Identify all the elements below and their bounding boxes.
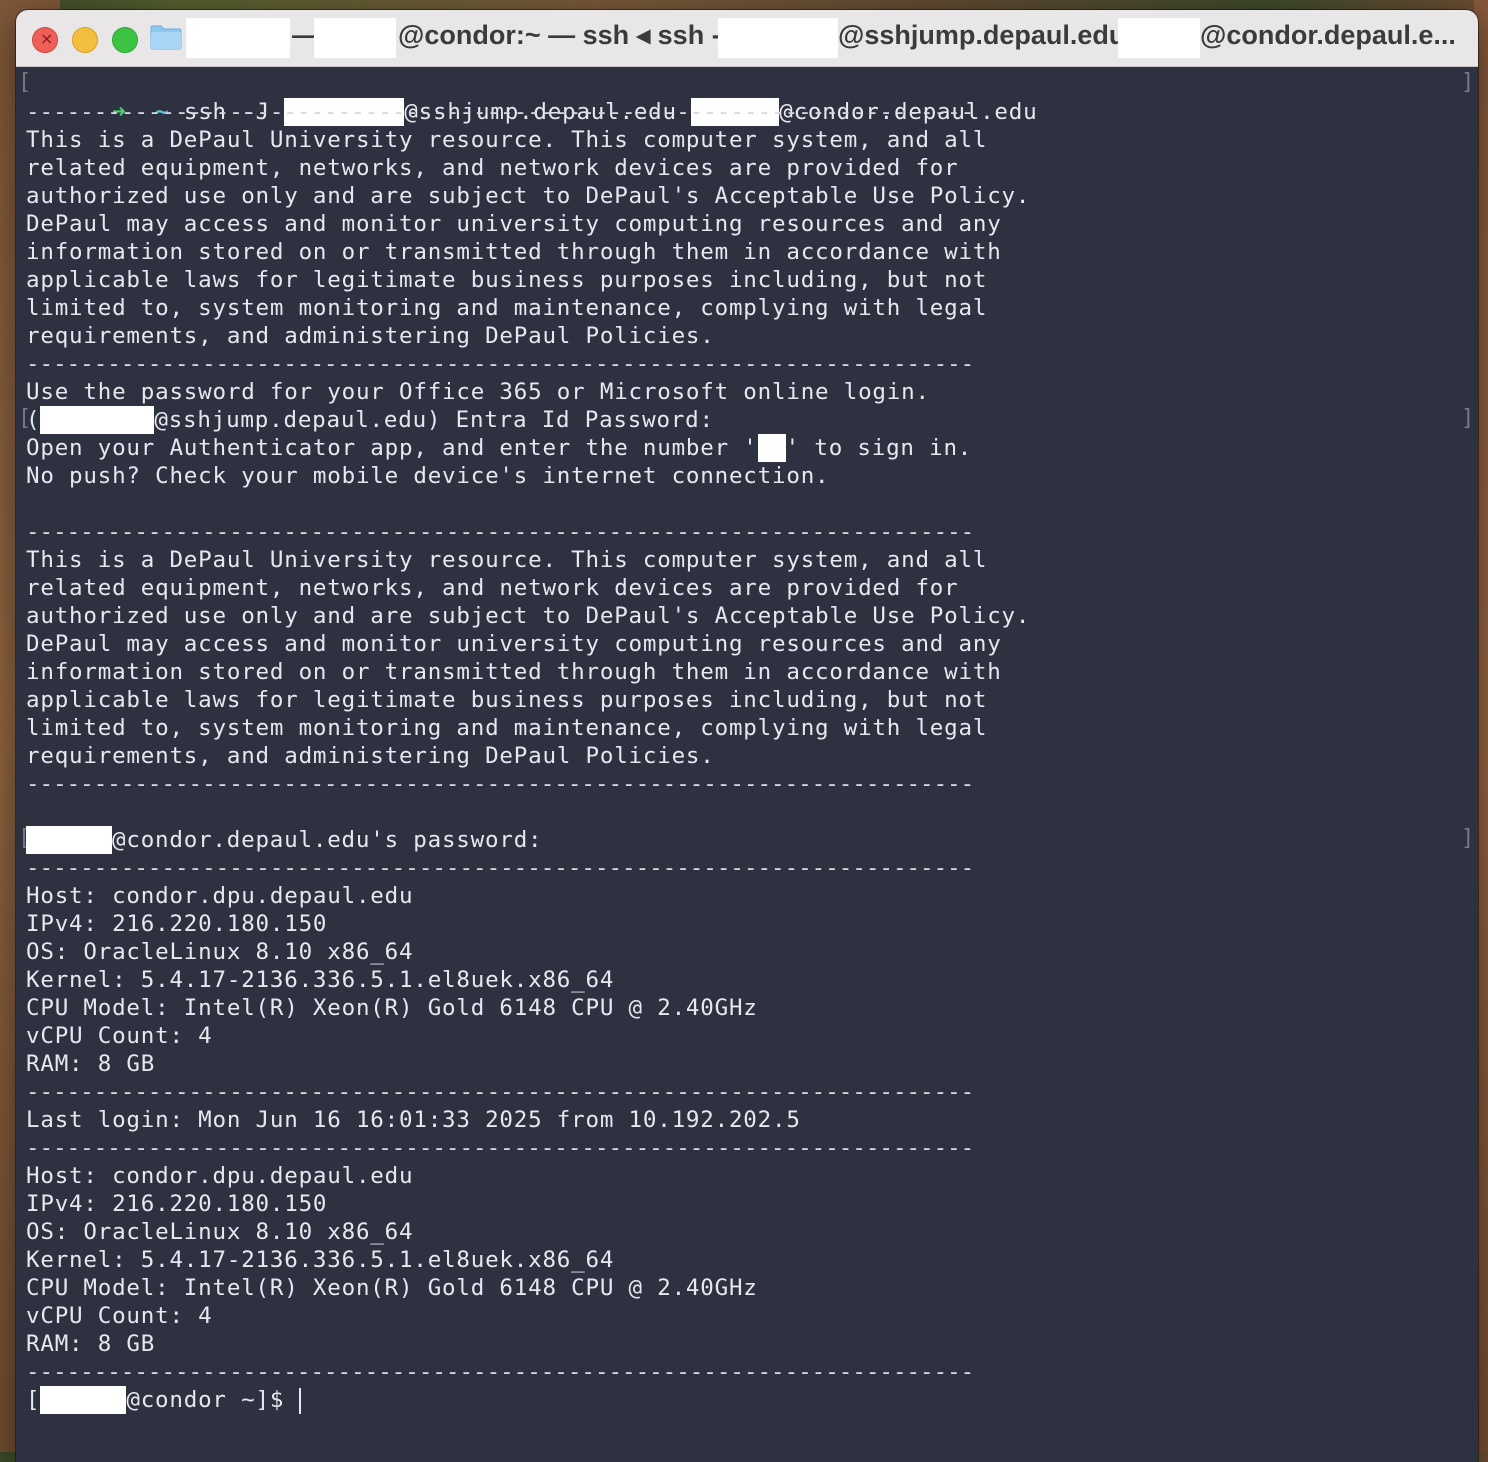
banner-line: DePaul may access and monitor university… xyxy=(26,211,1002,237)
banner-line: This is a DePaul University resource. Th… xyxy=(26,547,988,573)
banner-line: This is a DePaul University resource. Th… xyxy=(26,127,988,153)
paren: ( xyxy=(26,407,41,433)
sysinfo-ram: RAM: 8 GB xyxy=(26,1051,156,1077)
banner-line: authorized use only and are subject to D… xyxy=(26,603,1031,629)
sysinfo-kernel: Kernel: 5.4.17-2136.336.5.1.el8uek.x86_6… xyxy=(26,967,615,993)
separator: ----------------------------------------… xyxy=(26,1135,975,1161)
authenticator-text: Open your Authenticator app, and enter t… xyxy=(26,435,758,461)
separator: ----------------------------------------… xyxy=(26,855,975,881)
sysinfo-ram: RAM: 8 GB xyxy=(26,1331,156,1357)
banner-line: applicable laws for legitimate business … xyxy=(26,687,988,713)
separator: ----------------------------------------… xyxy=(26,519,975,545)
authenticator-prompt: Open your Authenticator app, and enter t… xyxy=(26,434,972,462)
sysinfo-host: Host: condor.dpu.depaul.edu xyxy=(26,883,414,909)
banner-line: related equipment, networks, and network… xyxy=(26,575,959,601)
sysinfo-os: OS: OracleLinux 8.10 x86_64 xyxy=(26,1219,414,1245)
sysinfo-host: Host: condor.dpu.depaul.edu xyxy=(26,1163,414,1189)
sysinfo-vcpu: vCPU Count: 4 xyxy=(26,1023,213,1049)
redacted-username xyxy=(40,1386,127,1414)
redacted-username xyxy=(314,18,396,58)
separator: ----------------------------------------… xyxy=(26,771,975,797)
terminal-output[interactable]: [ ] ➜ ~ ssh -J @sshjump.depaul.edu @cond… xyxy=(16,67,1478,1462)
redacted-number xyxy=(757,434,786,462)
sysinfo-kernel: Kernel: 5.4.17-2136.336.5.1.el8uek.x86_6… xyxy=(26,1247,615,1273)
sysinfo-cpu: CPU Model: Intel(R) Xeon(R) Gold 6148 CP… xyxy=(26,1275,758,1301)
sysinfo-vcpu: vCPU Count: 4 xyxy=(26,1303,213,1329)
redacted-username xyxy=(718,18,838,58)
separator: ----------------------------------------… xyxy=(26,99,975,125)
separator: ----------------------------------------… xyxy=(26,1079,975,1105)
title-sshjump: @sshjump.depaul.edu xyxy=(838,20,1126,50)
text-cursor xyxy=(298,1387,301,1414)
redacted-username xyxy=(26,826,112,854)
line-marker-right: ] xyxy=(1460,406,1475,431)
prompt-bracket: [ xyxy=(26,1387,41,1413)
entra-prompt-text: @sshjump.depaul.edu) Entra Id Password: xyxy=(154,407,714,433)
title-condor: @condor:~ — ssh ◂ ssh -J xyxy=(398,20,736,50)
banner-line: related equipment, networks, and network… xyxy=(26,155,959,181)
line-marker-right: ] xyxy=(1460,70,1475,95)
banner-line: information stored on or transmitted thr… xyxy=(26,659,1002,685)
prompt-text: @condor ~]$ xyxy=(126,1387,299,1413)
last-login: Last login: Mon Jun 16 16:01:33 2025 fro… xyxy=(26,1107,801,1133)
redacted-username xyxy=(1118,18,1200,58)
terminal-window: × — @condor:~ — ssh ◂ ssh -J @sshjump.de… xyxy=(16,10,1478,1462)
window-title: — @condor:~ — ssh ◂ ssh -J @sshjump.depa… xyxy=(16,10,1478,66)
condor-password-prompt: @condor.depaul.edu's password: xyxy=(26,826,542,854)
banner-line: limited to, system monitoring and mainte… xyxy=(26,715,988,741)
banner-line: DePaul may access and monitor university… xyxy=(26,631,1002,657)
separator: ----------------------------------------… xyxy=(26,1359,975,1385)
banner-line: applicable laws for legitimate business … xyxy=(26,267,988,293)
sysinfo-os: OS: OracleLinux 8.10 x86_64 xyxy=(26,939,414,965)
title-condor-host: @condor.depaul.e... xyxy=(1200,20,1456,50)
banner-line: limited to, system monitoring and mainte… xyxy=(26,295,988,321)
sysinfo-ipv4: IPv4: 216.220.180.150 xyxy=(26,911,328,937)
redacted-username xyxy=(186,18,290,58)
authenticator-text: ' to sign in. xyxy=(785,435,973,461)
auth-instruction: Use the password for your Office 365 or … xyxy=(26,379,930,405)
banner-line: information stored on or transmitted thr… xyxy=(26,239,1002,265)
line-marker-right: ] xyxy=(1460,826,1475,851)
sysinfo-ipv4: IPv4: 216.220.180.150 xyxy=(26,1191,328,1217)
banner-line: authorized use only and are subject to D… xyxy=(26,183,1031,209)
password-prompt-text: @condor.depaul.edu's password: xyxy=(112,827,543,853)
separator: ----------------------------------------… xyxy=(26,351,975,377)
banner-line: requirements, and administering DePaul P… xyxy=(26,323,715,349)
sysinfo-cpu: CPU Model: Intel(R) Xeon(R) Gold 6148 CP… xyxy=(26,995,758,1021)
title-bar[interactable]: × — @condor:~ — ssh ◂ ssh -J @sshjump.de… xyxy=(16,10,1478,67)
no-push-hint: No push? Check your mobile device's inte… xyxy=(26,463,830,489)
shell-prompt[interactable]: [ @condor ~]$ xyxy=(26,1386,301,1414)
command-line: ➜ ~ ssh -J @sshjump.depaul.edu @condor.d… xyxy=(26,70,1037,126)
banner-line: requirements, and administering DePaul P… xyxy=(26,743,715,769)
entra-password-prompt: ( @sshjump.depaul.edu) Entra Id Password: xyxy=(26,406,714,434)
redacted-username xyxy=(40,406,155,434)
